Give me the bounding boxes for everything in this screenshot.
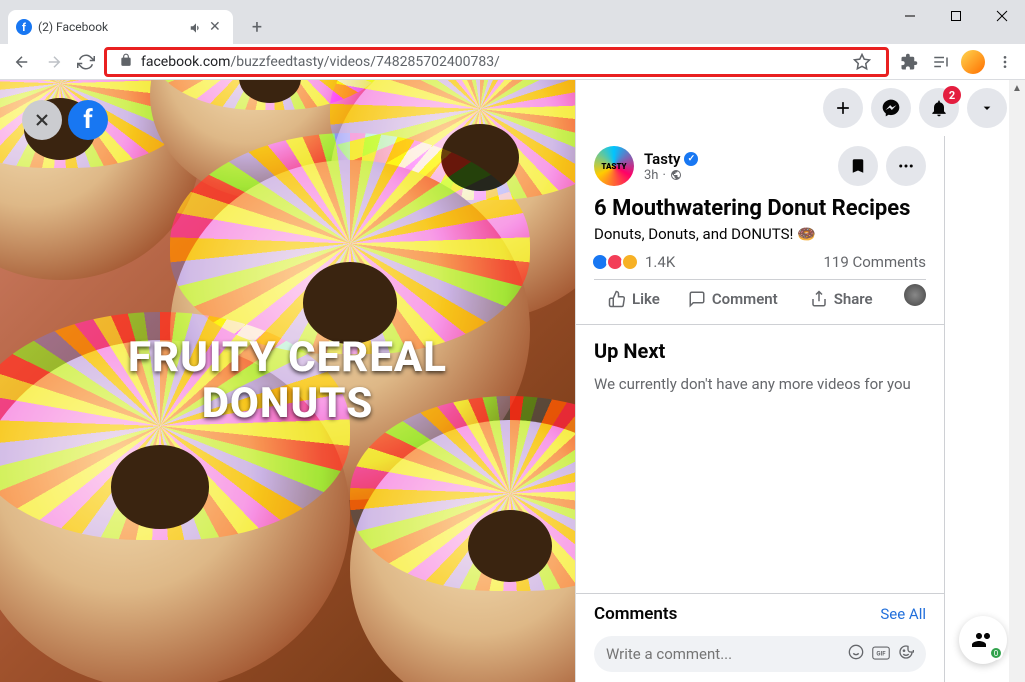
post-timestamp: 3h · bbox=[644, 168, 698, 183]
emoji-icon[interactable] bbox=[848, 644, 864, 664]
wow-reaction-icon bbox=[621, 253, 639, 271]
notifications-button[interactable]: 2 bbox=[919, 88, 959, 128]
facebook-header: 2 bbox=[576, 80, 1025, 136]
scrollbar[interactable]: ▲ bbox=[1009, 80, 1025, 682]
side-panel: 2 Tasty ✓ 3h · bbox=[575, 80, 1025, 682]
lock-icon bbox=[119, 52, 133, 71]
profile-avatar[interactable] bbox=[961, 50, 985, 74]
tab-title: (2) Facebook bbox=[38, 20, 183, 34]
close-window-button[interactable] bbox=[979, 0, 1025, 32]
post-details: Tasty ✓ 3h · 6 Mouthwatering Donut Recip… bbox=[576, 136, 945, 325]
share-as-avatar[interactable] bbox=[904, 284, 926, 306]
comments-heading: Comments bbox=[594, 604, 677, 624]
comment-button[interactable]: Comment bbox=[674, 284, 792, 314]
post-menu-button[interactable] bbox=[886, 146, 926, 186]
share-icon bbox=[810, 290, 828, 308]
reaction-count: 1.4K bbox=[645, 253, 675, 271]
reading-list-icon[interactable] bbox=[929, 50, 953, 74]
online-count-badge: 0 bbox=[989, 646, 1003, 660]
facebook-logo[interactable]: f bbox=[68, 100, 108, 140]
notification-badge: 2 bbox=[943, 86, 961, 104]
video-overlay-text: FRUITY CEREAL DONUTS bbox=[0, 335, 575, 427]
url-text: facebook.com/buzzfeedtasty/videos/748285… bbox=[141, 54, 500, 70]
gif-icon[interactable]: GIF bbox=[872, 645, 890, 664]
svg-text:GIF: GIF bbox=[876, 650, 886, 657]
window-controls bbox=[887, 0, 1025, 32]
address-bar[interactable]: facebook.com/buzzfeedtasty/videos/748285… bbox=[104, 47, 889, 77]
bookmark-icon[interactable] bbox=[850, 50, 874, 74]
comment-input[interactable] bbox=[606, 645, 840, 663]
maximize-button[interactable] bbox=[933, 0, 979, 32]
comments-section: Comments See All GIF bbox=[576, 593, 945, 682]
tab-audio-icon[interactable] bbox=[189, 20, 203, 34]
up-next-section: Up Next We currently don't have any more… bbox=[576, 325, 945, 593]
chrome-menu-icon[interactable] bbox=[993, 50, 1017, 74]
scroll-up-icon[interactable]: ▲ bbox=[1009, 80, 1025, 96]
tab-close-icon[interactable]: ✕ bbox=[209, 19, 225, 35]
comment-icon bbox=[688, 290, 706, 308]
tab-favicon: f bbox=[16, 19, 32, 35]
sticker-icon[interactable] bbox=[898, 644, 914, 664]
video-player[interactable]: f FRUITY CEREAL DONUTS bbox=[0, 80, 575, 682]
like-button[interactable]: Like bbox=[594, 284, 674, 314]
messenger-button[interactable] bbox=[871, 88, 911, 128]
see-all-comments-link[interactable]: See All bbox=[880, 605, 926, 623]
up-next-message: We currently don't have any more videos … bbox=[594, 375, 926, 393]
verified-badge-icon: ✓ bbox=[684, 152, 698, 166]
browser-tab[interactable]: f (2) Facebook ✕ bbox=[8, 10, 233, 44]
page-name[interactable]: Tasty ✓ bbox=[644, 150, 698, 168]
extensions-icon[interactable] bbox=[897, 50, 921, 74]
share-button[interactable]: Share bbox=[796, 284, 887, 314]
page-avatar[interactable] bbox=[594, 146, 634, 186]
post-description: Donuts, Donuts, and DONUTS! 🍩 bbox=[594, 225, 926, 243]
comment-input-box[interactable]: GIF bbox=[594, 636, 926, 672]
forward-button[interactable] bbox=[40, 48, 68, 76]
up-next-heading: Up Next bbox=[594, 339, 926, 363]
create-button[interactable] bbox=[823, 88, 863, 128]
page-content: f FRUITY CEREAL DONUTS 2 Tasty ✓ bbox=[0, 80, 1025, 682]
comment-count[interactable]: 119 Comments bbox=[823, 253, 926, 271]
close-video-button[interactable] bbox=[22, 100, 62, 140]
new-tab-button[interactable]: + bbox=[243, 13, 271, 41]
thumbs-up-icon bbox=[608, 290, 626, 308]
chat-contacts-button[interactable]: 0 bbox=[959, 616, 1007, 664]
reload-button[interactable] bbox=[72, 48, 100, 76]
save-post-button[interactable] bbox=[838, 146, 878, 186]
reactions-summary[interactable]: 1.4K bbox=[594, 253, 675, 271]
minimize-button[interactable] bbox=[887, 0, 933, 32]
browser-toolbar: facebook.com/buzzfeedtasty/videos/748285… bbox=[0, 44, 1025, 80]
back-button[interactable] bbox=[8, 48, 36, 76]
account-menu-button[interactable] bbox=[967, 88, 1007, 128]
post-title: 6 Mouthwatering Donut Recipes bbox=[594, 196, 926, 221]
globe-icon bbox=[670, 169, 682, 181]
browser-titlebar: f (2) Facebook ✕ + bbox=[0, 0, 1025, 44]
